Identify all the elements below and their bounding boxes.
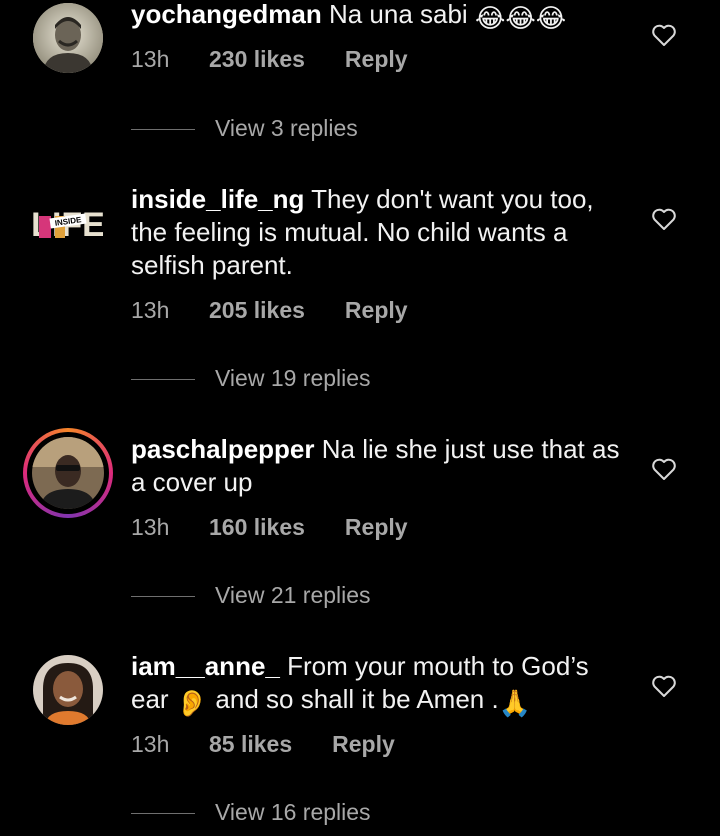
comment-time: 13h — [131, 731, 170, 757]
avatar[interactable] — [33, 655, 103, 725]
divider-line — [131, 813, 195, 815]
view-replies-label: View 19 replies — [215, 365, 371, 391]
avatar[interactable] — [33, 3, 103, 73]
view-replies-button[interactable]: View 16 replies — [131, 799, 371, 826]
comment-username[interactable]: iam__anne_ — [131, 651, 280, 681]
comment-likes[interactable]: 160 likes — [209, 514, 305, 541]
avatar-story-ring[interactable] — [23, 428, 113, 518]
divider-line — [131, 596, 195, 598]
comment-time: 13h — [131, 514, 170, 540]
view-replies-label: View 16 replies — [215, 799, 371, 825]
heart-outline-icon[interactable] — [651, 207, 677, 231]
comment-meta: 13h 85 likes Reply — [131, 731, 395, 758]
reply-button[interactable]: Reply — [345, 514, 408, 541]
comment-text: yochangedman Na una sabi 😂😂😂 — [131, 0, 621, 35]
view-replies-button[interactable]: View 19 replies — [131, 365, 371, 392]
avatar — [32, 437, 104, 509]
comment-meta: 13h 160 likes Reply — [131, 514, 408, 541]
reply-button[interactable]: Reply — [332, 731, 395, 758]
avatar[interactable]: LIFE INSIDE — [33, 186, 103, 256]
comment-username[interactable]: inside_life_ng — [131, 184, 304, 214]
comment-text: inside_life_ng They don't want you too, … — [131, 183, 621, 282]
comment-meta: 13h 205 likes Reply — [131, 297, 408, 324]
reply-button[interactable]: Reply — [345, 46, 408, 73]
comment-meta: 13h 230 likes Reply — [131, 46, 408, 73]
praying-hands-emoji-icon: 🙏 — [498, 688, 532, 718]
comment-time: 13h — [131, 297, 170, 323]
comment-body-cont: and so shall it be Amen . — [215, 684, 499, 714]
comment-likes[interactable]: 230 likes — [209, 46, 305, 73]
comment-body: Na una sabi — [328, 0, 468, 29]
comment-likes[interactable]: 205 likes — [209, 297, 305, 324]
comment-username[interactable]: paschalpepper — [131, 434, 315, 464]
view-replies-label: View 3 replies — [215, 115, 358, 141]
comment-likes[interactable]: 85 likes — [209, 731, 292, 758]
comment-text: paschalpepper Na lie she just use that a… — [131, 433, 621, 499]
heart-outline-icon[interactable] — [651, 457, 677, 481]
view-replies-label: View 21 replies — [215, 582, 371, 608]
comment-time: 13h — [131, 46, 170, 72]
heart-outline-icon[interactable] — [651, 674, 677, 698]
ear-emoji-icon: 👂 — [175, 688, 209, 718]
divider-line — [131, 129, 195, 131]
divider-line — [131, 379, 195, 381]
view-replies-button[interactable]: View 21 replies — [131, 582, 371, 609]
laughing-emoji-icon: 😂😂😂 — [474, 3, 567, 33]
reply-button[interactable]: Reply — [345, 297, 408, 324]
comment-text: iam__anne_ From your mouth to God’s ear … — [131, 650, 621, 720]
view-replies-button[interactable]: View 3 replies — [131, 115, 358, 142]
heart-outline-icon[interactable] — [651, 23, 677, 47]
comment-username[interactable]: yochangedman — [131, 0, 322, 29]
